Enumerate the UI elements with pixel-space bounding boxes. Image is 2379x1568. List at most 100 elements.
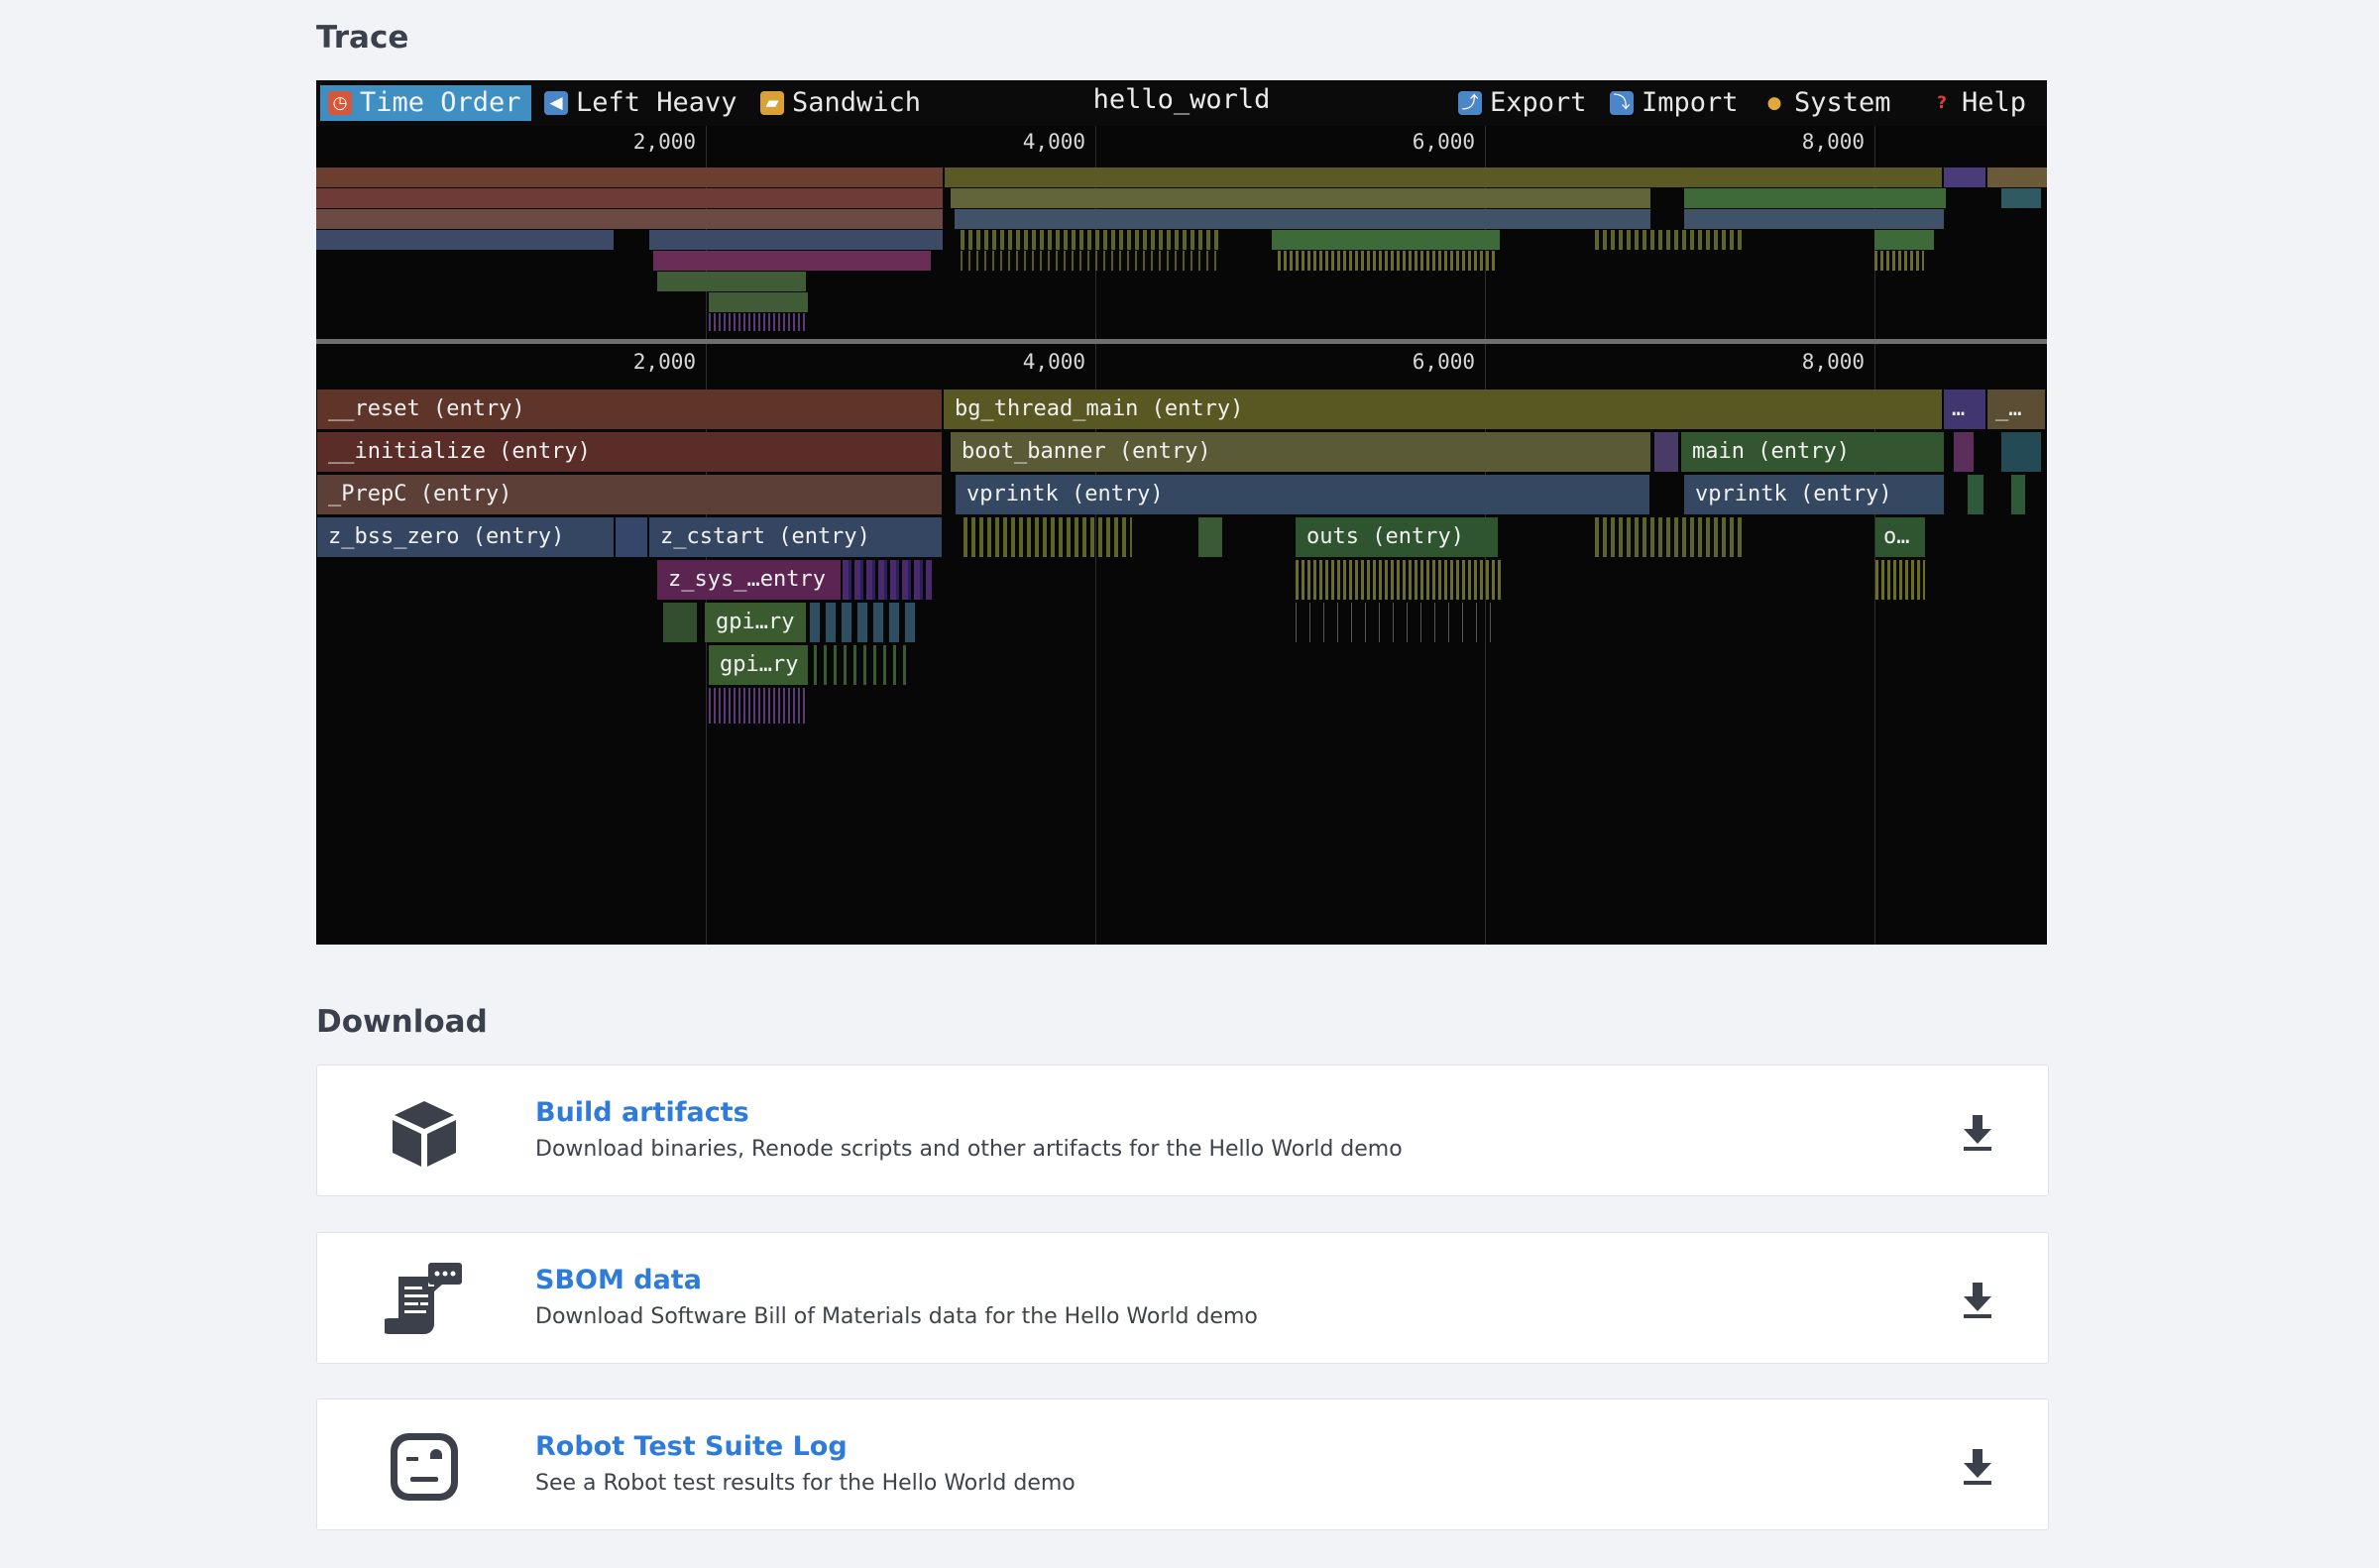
palette-icon: ● [1766,93,1782,113]
help-label: Help [1962,87,2027,118]
tick-label: 6,000 [1412,130,1475,154]
minimap-bar [961,230,1218,250]
frame[interactable]: outs (entry) [1296,517,1498,557]
frame[interactable]: gpi…ry [709,645,808,685]
minimap-bar [951,188,1650,208]
frame[interactable]: boot_banner (entry) [951,432,1650,472]
download-icon[interactable] [1961,1113,1994,1153]
download-description: See a Robot test results for the Hello W… [535,1471,1076,1496]
frame[interactable]: main (entry) [1681,432,1944,472]
minimap-bar [1874,251,1924,271]
download-icon[interactable] [1961,1447,1994,1487]
tick-label: 8,000 [1801,130,1865,154]
frame-sliver [1968,475,1983,514]
minimap-bar [709,313,808,331]
frame-sliver [814,645,913,685]
minimap-bar [316,188,943,208]
minimap-bar [1684,209,1944,229]
download-description: Download Software Bill of Materials data… [535,1304,1258,1329]
minimap-bar [649,230,943,250]
frame-sliver [663,603,697,642]
download-card-build-artifacts[interactable]: Build artifacts Download binaries, Renod… [316,1064,2049,1196]
robot-face-icon [391,1433,458,1501]
cube-icon [393,1101,456,1167]
frame-sliver [1296,560,1504,600]
frame[interactable]: gpi…ry [705,603,806,642]
system-theme-button[interactable]: ● System [1755,85,1901,121]
tick-label: 6,000 [1412,350,1475,374]
frame[interactable]: o… [1875,517,1925,557]
minimap-bar [1987,168,2047,187]
frame[interactable]: _PrepC (entry) [317,475,942,514]
tick-label: 2,000 [632,130,696,154]
frame[interactable]: _… [1987,390,2045,429]
import-icon: ⤵ [1610,91,1634,115]
tick-label: 4,000 [1022,350,1085,374]
frame-sliver [963,517,1132,557]
frame-sliver [709,688,808,724]
frame-sliver [2001,432,2041,472]
download-title-link[interactable]: SBOM data [535,1265,702,1295]
frame[interactable]: vprintk (entry) [1684,475,1944,514]
frame[interactable]: __reset (entry) [317,390,942,429]
minimap-bar [1272,230,1500,250]
frame-sliver [1595,517,1744,557]
frame-sliver [616,517,647,557]
frame-sliver [843,560,932,600]
minimap-bar [1874,230,1934,250]
tick-label: 8,000 [1801,350,1865,374]
frame-sliver [810,603,919,642]
minimap-bar [1278,251,1496,271]
download-title-link[interactable]: Build artifacts [535,1097,749,1128]
export-icon: ⤴ [1458,91,1482,115]
minimap-bar [657,272,806,291]
minimap-bar [945,168,1942,187]
frame-sliver [1875,560,1925,600]
scroll-document-icon [385,1263,462,1334]
minimap-bar [709,292,808,312]
question-icon: ? [1937,93,1947,113]
frame-sliver [1296,603,1494,642]
frame-sliver [2011,475,2025,514]
minimap-divider[interactable] [316,339,2047,344]
frame[interactable]: z_sys_…entry [657,560,841,600]
download-card-robot-log[interactable]: Robot Test Suite Log See a Robot test re… [316,1399,2049,1530]
trace-section-title: Trace [316,20,409,56]
tick-label: 2,000 [632,350,696,374]
download-description: Download binaries, Renode scripts and ot… [535,1137,1403,1162]
download-icon[interactable] [1961,1281,1994,1320]
frame-sliver [1198,517,1222,557]
flamegraph-axis: 2,000 4,000 6,000 8,000 [316,350,2047,380]
minimap-bar [316,230,614,250]
frame[interactable]: … [1944,390,1985,429]
frame[interactable]: z_cstart (entry) [649,517,942,557]
frame[interactable]: vprintk (entry) [956,475,1649,514]
export-label: Export [1490,87,1587,118]
minimap-bar [316,168,943,187]
minimap-bar [955,209,1650,229]
system-label: System [1794,87,1891,118]
frame-sliver [1954,432,1974,472]
minimap-axis: 2,000 4,000 6,000 8,000 [316,130,2047,160]
frame[interactable]: bg_thread_main (entry) [944,390,1942,429]
download-title-link[interactable]: Robot Test Suite Log [535,1431,848,1462]
download-card-sbom[interactable]: SBOM data Download Software Bill of Mate… [316,1232,2049,1364]
download-section-title: Download [316,1004,488,1040]
minimap-bar [1595,230,1744,250]
minimap-bar [2001,188,2041,208]
minimap-bar [653,251,931,271]
minimap-bar [1684,188,1946,208]
help-button[interactable]: ? Help [1922,85,2036,121]
minimap-bar [961,251,1218,271]
import-label: Import [1642,87,1739,118]
tick-label: 4,000 [1022,130,1085,154]
frame[interactable]: __initialize (entry) [317,432,942,472]
export-button[interactable]: ⤴ Export [1450,85,1597,121]
frame-sliver [1654,432,1678,472]
flamegraph-viewer[interactable]: ◷ Time Order ◀ Left Heavy ▰ Sandwich hel… [316,80,2047,945]
minimap-bar [1944,168,1985,187]
minimap-bar [316,209,943,229]
frame[interactable]: z_bss_zero (entry) [317,517,614,557]
import-button[interactable]: ⤵ Import [1602,85,1749,121]
viewer-toolbar: ◷ Time Order ◀ Left Heavy ▰ Sandwich hel… [316,80,2047,126]
